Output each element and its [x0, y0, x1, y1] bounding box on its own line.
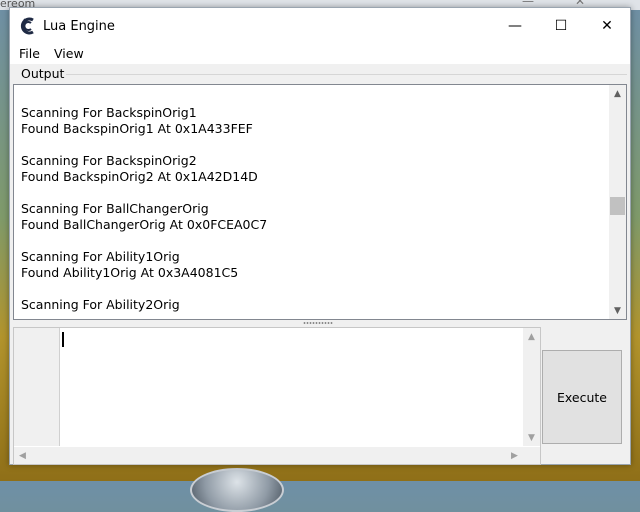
menu-bar: File View — [10, 44, 630, 64]
minimize-icon: — — [508, 18, 522, 34]
splitter-grip-icon — [303, 322, 333, 324]
output-vertical-scrollbar[interactable]: ▲ ▼ — [609, 85, 626, 319]
execute-button-label: Execute — [557, 389, 607, 405]
desktop-dial-decoration — [190, 468, 284, 512]
output-line: Scanning For Ability2Orig — [21, 297, 180, 312]
minimize-button[interactable]: — — [492, 8, 538, 44]
scroll-left-arrow-icon[interactable]: ◀ — [14, 447, 31, 464]
scroll-right-arrow-icon[interactable]: ▶ — [506, 447, 523, 464]
output-line: Found Ability1Orig At 0x3A4081C5 — [21, 265, 239, 280]
output-line: Found BackspinOrig1 At 0x1A433FEF — [21, 121, 253, 136]
line-number-gutter — [14, 328, 60, 446]
maximize-icon: ☐ — [554, 18, 568, 34]
scroll-up-arrow-icon[interactable]: ▲ — [523, 328, 540, 345]
output-line: Scanning For BackspinOrig1 — [21, 105, 197, 120]
output-line: Found BallChangerOrig At 0x0FCEA0C7 — [21, 217, 268, 232]
output-line: Found BackspinOrig2 At 0x1A42D14D — [21, 169, 258, 184]
editor-horizontal-scrollbar[interactable]: ◀ ▶ — [14, 447, 523, 464]
window-title: Lua Engine — [43, 19, 115, 34]
scroll-up-arrow-icon[interactable]: ▲ — [609, 85, 626, 102]
menu-file[interactable]: File — [19, 46, 40, 61]
scrollbar-corner — [523, 447, 540, 464]
output-line: Scanning For Ability1Orig — [21, 249, 180, 264]
output-log[interactable]: Scanning For BackspinOrig1 Found Backspi… — [13, 84, 627, 320]
script-editor[interactable]: ▲ ▼ ◀ ▶ — [13, 327, 541, 465]
output-group-label: Output — [21, 66, 65, 81]
cheat-engine-logo-icon — [20, 17, 34, 35]
close-icon: ✕ — [601, 18, 613, 34]
title-bar[interactable]: Lua Engine — ☐ ✕ — [10, 8, 630, 44]
lua-engine-window: Lua Engine — ☐ ✕ File View Output Scanni… — [9, 7, 631, 465]
output-line: Scanning For BallChangerOrig — [21, 201, 209, 216]
maximize-button[interactable]: ☐ — [538, 8, 584, 44]
menu-view[interactable]: View — [54, 46, 84, 61]
execute-button[interactable]: Execute — [542, 350, 622, 444]
output-text: Scanning For BackspinOrig1 Found Backspi… — [21, 105, 601, 313]
text-caret — [62, 332, 64, 347]
scroll-down-arrow-icon[interactable]: ▼ — [609, 302, 626, 319]
scroll-down-arrow-icon[interactable]: ▼ — [523, 429, 540, 446]
close-button[interactable]: ✕ — [584, 8, 630, 44]
output-scroll-thumb[interactable] — [610, 197, 625, 215]
output-line: Scanning For BackspinOrig2 — [21, 153, 197, 168]
output-group-divider — [66, 74, 627, 75]
panel-splitter[interactable] — [13, 319, 625, 327]
editor-vertical-scrollbar[interactable]: ▲ ▼ — [523, 328, 540, 446]
